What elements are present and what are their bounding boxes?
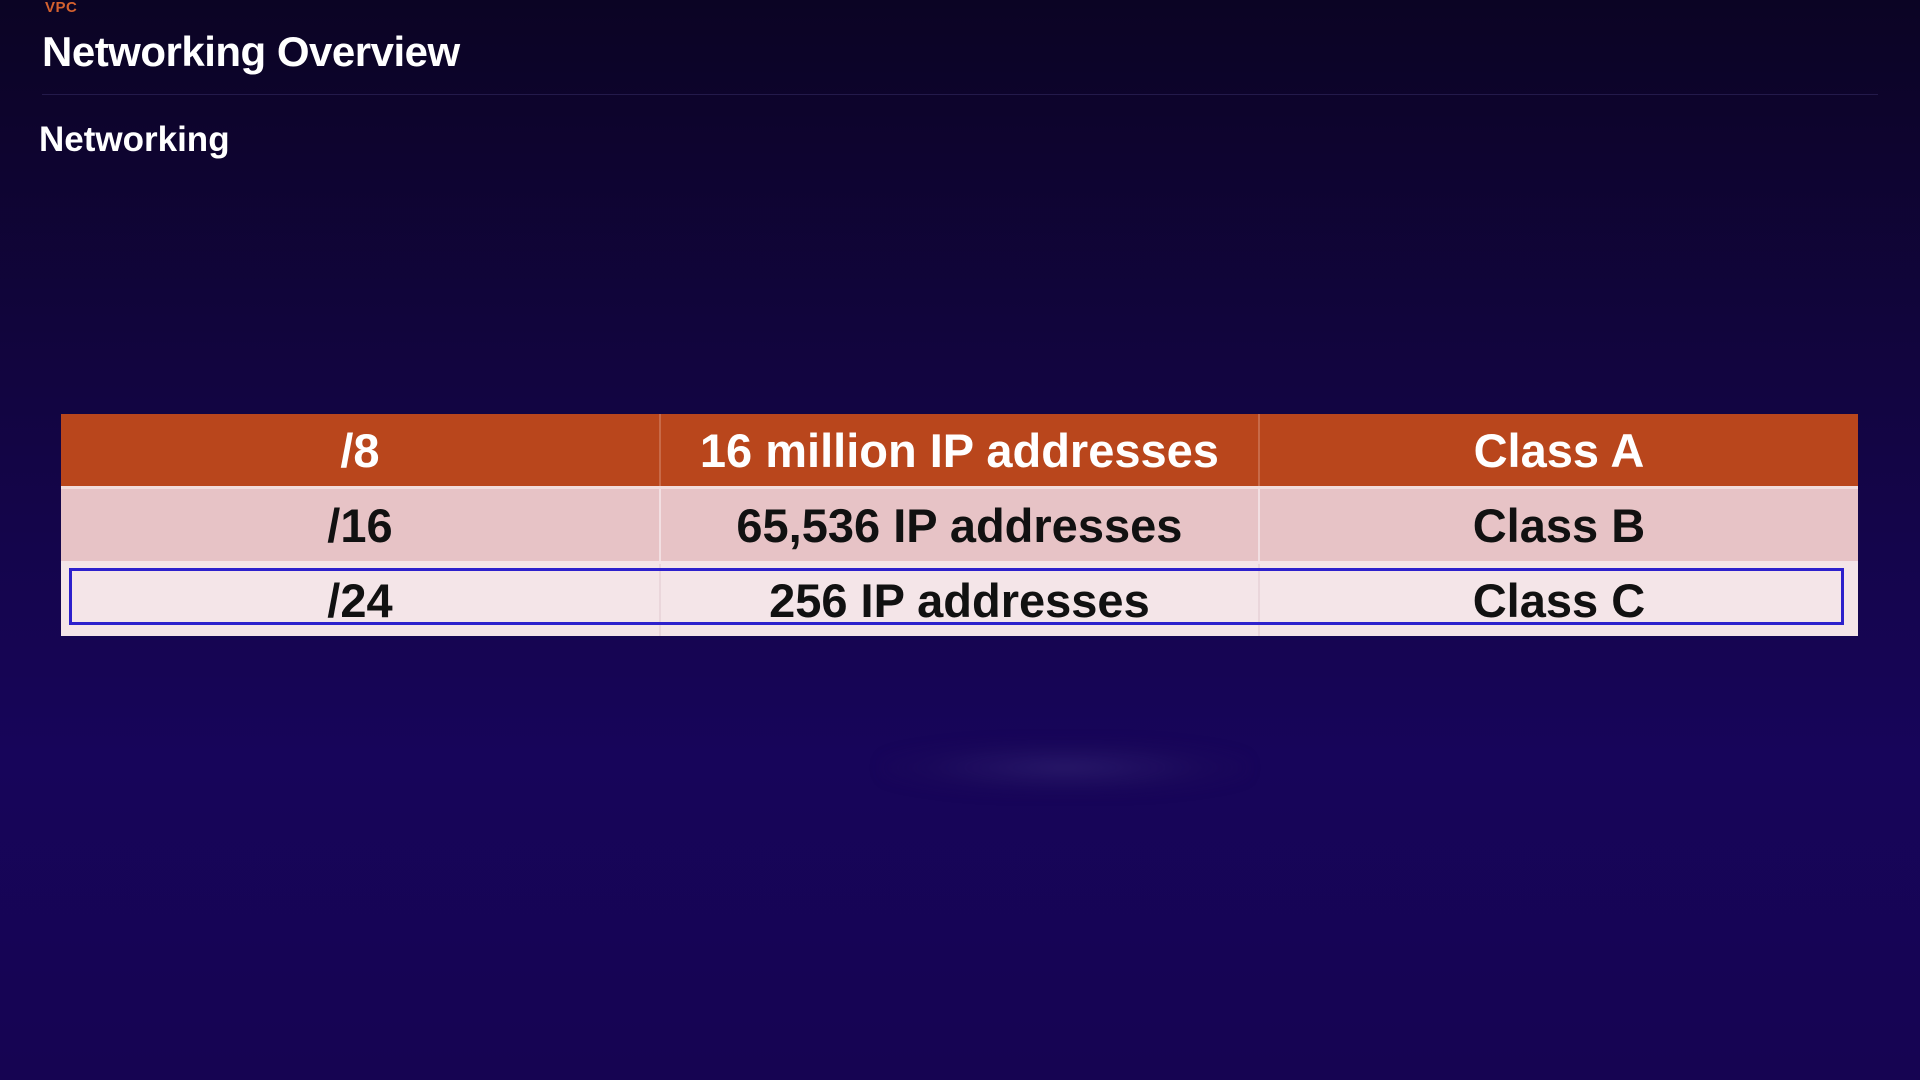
breadcrumb-label: VPC	[45, 0, 78, 16]
network-class-cell: Class C	[1258, 562, 1858, 636]
cidr-prefix-cell: /16	[61, 487, 661, 564]
cidr-prefix-cell: /8	[61, 414, 661, 489]
network-class-cell: Class B	[1258, 487, 1858, 564]
page-title: Networking Overview	[42, 28, 460, 75]
network-class-cell: Class A	[1258, 414, 1858, 489]
table-row: /16 65,536 IP addresses Class B	[61, 487, 1858, 564]
table-row: /24 256 IP addresses Class C	[61, 562, 1858, 636]
section-heading: Networking	[39, 120, 230, 159]
header-divider	[42, 94, 1878, 95]
cidr-prefix-cell: /24	[61, 562, 661, 636]
blurred-overlay	[880, 740, 1250, 795]
table-row: /8 16 million IP addresses Class A	[61, 414, 1858, 489]
address-count-cell: 256 IP addresses	[659, 562, 1260, 636]
address-count-cell: 65,536 IP addresses	[659, 487, 1260, 564]
cidr-class-table: /8 16 million IP addresses Class A /16 6…	[61, 414, 1858, 636]
address-count-cell: 16 million IP addresses	[659, 414, 1260, 489]
